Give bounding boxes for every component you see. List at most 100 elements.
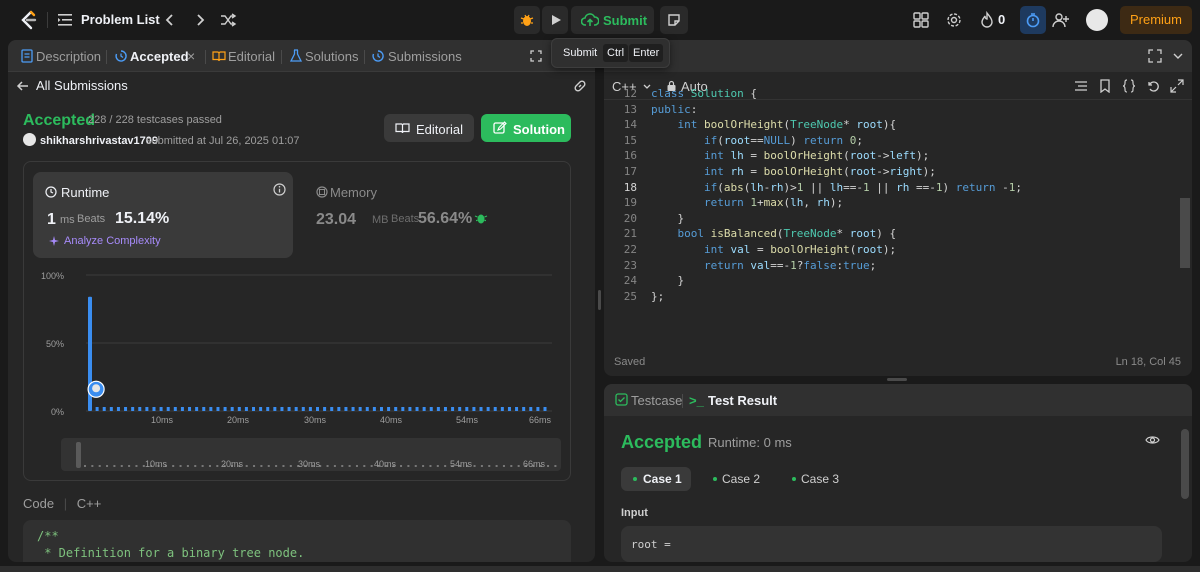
testcase-input-value[interactable]: root = <box>621 526 1162 562</box>
info-icon[interactable] <box>273 183 286 196</box>
line-number: 19 <box>623 196 637 210</box>
code-line[interactable]: 17 int rh = boolOrHeight(root->right); <box>604 165 1192 181</box>
tab-accepted[interactable]: Accepted <box>130 49 189 64</box>
close-tab-icon[interactable]: × <box>187 48 195 64</box>
streak-fire-icon[interactable] <box>978 11 996 29</box>
line-number: 17 <box>623 165 637 178</box>
all-submissions-link[interactable]: All Submissions <box>36 78 128 93</box>
chart-bar <box>273 407 277 411</box>
submitter-username[interactable]: shikharshrivastav1709 <box>40 135 158 147</box>
chart-bar <box>415 407 419 411</box>
code-line[interactable]: 23 return val==-1?false:true; <box>604 259 1192 275</box>
runtime-stat-box[interactable]: Runtime 1 ms Beats 15.14% Analyze Comple… <box>33 172 293 258</box>
runtime-distribution-chart[interactable]: 100% 50% 0% 10ms 20ms 30ms 40ms 54ms 66ms 10ms 20m… <box>24 262 572 482</box>
code-editor[interactable]: 12 class Solution {13 public: 14 int boolOr… <box>604 87 1192 355</box>
submitted-code-preview[interactable]: /** * Definition for a binary tree node. <box>23 520 571 562</box>
chart-bar <box>394 407 398 411</box>
chart-bar <box>543 407 547 411</box>
problem-list-link[interactable]: Problem List <box>81 12 160 27</box>
tab-solutions[interactable]: Solutions <box>305 49 358 64</box>
tab-test-result[interactable]: Test Result <box>708 393 777 408</box>
chart-bar <box>408 407 412 411</box>
chart-bar <box>529 407 533 411</box>
clock-icon <box>45 186 57 198</box>
premium-button[interactable]: Premium <box>1120 6 1192 34</box>
editorial-button[interactable]: Editorial <box>384 114 474 142</box>
horizontal-panel-resizer[interactable] <box>887 378 907 381</box>
timer-button[interactable] <box>1020 6 1046 34</box>
code-line[interactable]: 22 int val = boolOrHeight(root); <box>604 243 1192 259</box>
leetcode-logo-icon[interactable] <box>18 9 38 31</box>
run-button[interactable] <box>542 6 568 34</box>
passed-dot-icon <box>792 477 796 481</box>
code-text: int lh = boolOrHeight(root->left); <box>703 149 930 163</box>
submit-button[interactable]: Submit <box>571 6 654 34</box>
collapse-chevron-icon[interactable] <box>1171 49 1185 63</box>
case-3-button[interactable]: Case 3 <box>782 467 852 491</box>
fullscreen-icon[interactable] <box>1148 49 1162 63</box>
chart-bar <box>493 407 497 411</box>
tab-editorial[interactable]: Editorial <box>228 49 275 64</box>
editor-scrollbar[interactable] <box>1180 198 1190 268</box>
chart-bar <box>323 407 327 411</box>
code-line[interactable]: 20 } <box>604 212 1192 228</box>
chart-bar <box>124 407 128 411</box>
code-preview-line: * Definition for a binary tree node. <box>37 546 305 560</box>
prev-problem-icon[interactable] <box>161 11 179 29</box>
tab-submissions[interactable]: Submissions <box>388 49 462 64</box>
tab-description[interactable]: Description <box>36 49 101 64</box>
maximize-icon[interactable] <box>530 50 542 62</box>
top-navbar: Problem List Submit 0 Premium <box>0 0 1200 40</box>
code-line[interactable]: 18 if(abs(lh-rh)>1 || lh==-1 || rh ==-1)… <box>604 181 1192 197</box>
chart-bar <box>515 407 519 411</box>
code-line[interactable]: 14 int boolOrHeight(TreeNode* root){ <box>604 118 1192 134</box>
solutions-flask-icon <box>289 49 303 62</box>
x-tick-label: 54ms <box>456 415 479 425</box>
memory-chip-icon <box>316 186 328 198</box>
user-avatar[interactable] <box>1086 9 1108 31</box>
code-line[interactable]: 13 public: <box>604 103 1192 119</box>
code-text: if(root==NULL) return 0; <box>703 133 863 147</box>
problem-list-icon[interactable] <box>58 13 72 27</box>
minimap-bar <box>407 465 410 467</box>
tab-testcase[interactable]: Testcase <box>631 393 682 408</box>
stopwatch-icon <box>1026 13 1040 28</box>
layout-grid-icon[interactable] <box>912 11 930 29</box>
chart-bar <box>266 407 270 411</box>
minimap-bar <box>267 465 270 467</box>
line-number: 12 <box>623 87 637 100</box>
code-line[interactable]: 21 bool isBalanced(TreeNode* root) { <box>604 227 1192 243</box>
memory-label[interactable]: Memory <box>330 185 377 200</box>
minimap-bar <box>348 465 351 467</box>
settings-gear-icon[interactable] <box>945 11 963 29</box>
code-line[interactable]: 24 } <box>604 274 1192 290</box>
code-line[interactable]: 19 return 1+max(lh, rh); <box>604 196 1192 212</box>
eye-icon[interactable] <box>1145 434 1160 446</box>
share-link-icon[interactable] <box>572 78 588 94</box>
minimap-bar <box>282 465 285 467</box>
chart-bar <box>131 407 135 411</box>
case-1-button[interactable]: Case 1 <box>621 467 691 491</box>
submitter-avatar <box>23 133 36 146</box>
result-scrollbar[interactable] <box>1181 429 1189 499</box>
shuffle-icon[interactable] <box>219 11 237 29</box>
analyze-complexity-link[interactable]: Analyze Complexity <box>64 235 161 247</box>
test-result-panel: Testcase >_ Test Result Accepted Runtime… <box>604 384 1192 562</box>
debug-button[interactable] <box>514 6 540 34</box>
back-arrow-icon[interactable] <box>16 79 30 93</box>
minimap-handle[interactable] <box>76 442 81 468</box>
vertical-panel-resizer[interactable] <box>598 290 601 310</box>
memory-beats-label: Beats <box>391 213 420 225</box>
code-line[interactable]: 12 class Solution { <box>604 87 1192 103</box>
editorial-button-label: Editorial <box>416 122 463 137</box>
code-line[interactable]: 25}; <box>604 290 1192 306</box>
code-line[interactable]: 15 if(root==NULL) return 0; <box>604 134 1192 150</box>
line-number: 24 <box>623 274 637 288</box>
code-line[interactable]: 16 int lh = boolOrHeight(root->left); <box>604 149 1192 165</box>
add-friend-icon[interactable] <box>1052 11 1070 29</box>
solution-button[interactable]: Solution <box>481 114 571 142</box>
notes-button[interactable] <box>660 6 688 34</box>
case-2-button[interactable]: Case 2 <box>703 467 773 491</box>
next-problem-icon[interactable] <box>191 11 209 29</box>
minimap-bar <box>260 465 263 467</box>
